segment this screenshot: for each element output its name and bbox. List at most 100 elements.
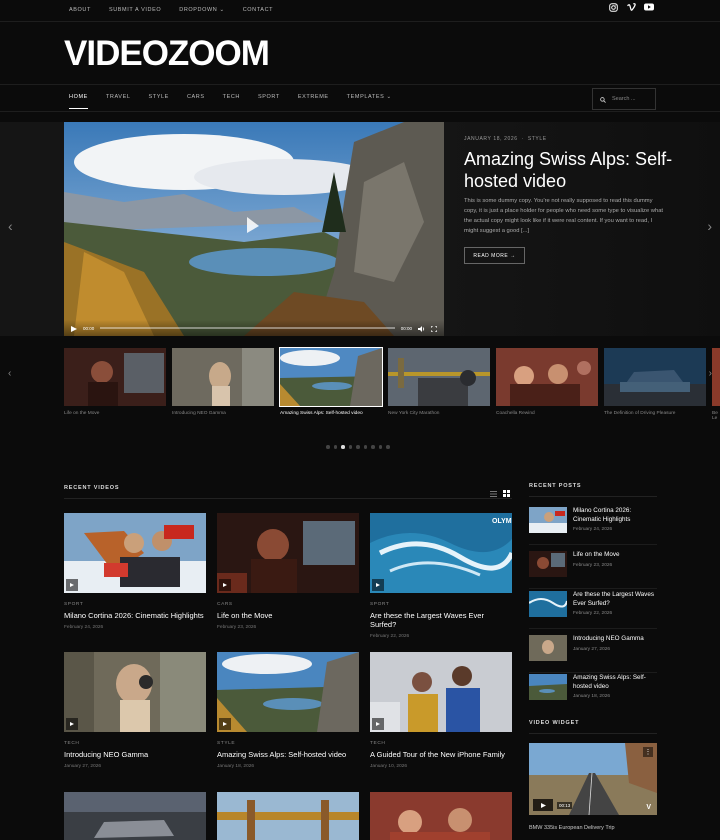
nav-tech[interactable]: TECH — [223, 94, 240, 109]
carousel-item[interactable]: The Definition of Driving Pleasure — [604, 348, 706, 416]
carousel-thumb — [604, 348, 706, 406]
top-link-contact[interactable]: CONTACT — [243, 7, 273, 13]
carousel-dot[interactable] — [386, 445, 390, 449]
video-card[interactable]: CARS Life on the Move February 23, 2026 — [217, 513, 359, 630]
carousel-dot[interactable] — [378, 445, 382, 449]
card-category[interactable]: CARS — [217, 602, 359, 607]
hero-category[interactable]: STYLE — [528, 136, 547, 142]
video-card[interactable] — [64, 792, 206, 840]
top-link-about[interactable]: ABOUT — [69, 7, 91, 13]
post-title[interactable]: Are these the Largest Waves Ever Surfed? — [573, 591, 657, 608]
vimeo-icon[interactable]: V — [646, 804, 651, 811]
nav-sport[interactable]: SPORT — [258, 94, 280, 109]
divider — [529, 496, 657, 497]
widget-video-player[interactable]: ⋮ 00:13 V — [529, 743, 657, 815]
video-card[interactable]: TECH Introducing NEO Gamma January 27, 2… — [64, 652, 206, 769]
top-link-dropdown[interactable]: DROPDOWN ⌄ — [179, 7, 224, 13]
recent-post-item[interactable]: Are these the Largest Waves Ever Surfed?… — [529, 591, 657, 629]
video-card[interactable]: SPORT Milano Cortina 2026: Cinematic Hig… — [64, 513, 206, 630]
card-category[interactable]: TECH — [64, 741, 206, 746]
play-icon[interactable] — [71, 319, 77, 336]
chevron-right-icon[interactable]: › — [709, 368, 712, 379]
nav-style[interactable]: STYLE — [149, 94, 169, 109]
carousel-dot[interactable] — [341, 445, 345, 449]
list-view-icon[interactable] — [490, 484, 497, 502]
carousel-item[interactable]: Life on the Move — [64, 348, 166, 416]
play-icon[interactable] — [66, 579, 78, 591]
nav-home[interactable]: HOME — [69, 94, 88, 109]
card-title[interactable]: Introducing NEO Gamma — [64, 750, 206, 759]
card-title[interactable]: Amazing Swiss Alps: Self-hosted video — [217, 750, 359, 759]
svg-text:OLYM: OLYM — [492, 518, 512, 525]
hero-video-player[interactable]: 00:00 00:00 — [64, 122, 444, 336]
vimeo-icon[interactable] — [626, 2, 636, 12]
card-title[interactable]: A Guided Tour of the New iPhone Family — [370, 750, 512, 759]
nav-travel[interactable]: TRAVEL — [106, 94, 131, 109]
hero-title[interactable]: Amazing Swiss Alps: Self-hosted video — [464, 148, 684, 192]
carousel-item[interactable]: Be Le — [712, 348, 720, 421]
card-category[interactable]: SPORT — [370, 602, 512, 607]
carousel-item[interactable]: New York City Marathon — [388, 348, 490, 416]
post-title[interactable]: Life on the Move — [573, 551, 657, 560]
video-card[interactable]: STYLE Amazing Swiss Alps: Self-hosted vi… — [217, 652, 359, 769]
carousel-dot[interactable] — [356, 445, 360, 449]
carousel-title: The Definition of Driving Pleasure — [604, 411, 676, 416]
play-icon[interactable] — [372, 718, 384, 730]
carousel-title: Life on the Move — [64, 411, 100, 416]
top-link-submit-video[interactable]: SUBMIT A VIDEO — [109, 7, 161, 13]
read-more-button[interactable]: READ MORE → — [464, 247, 525, 264]
volume-icon[interactable] — [418, 319, 425, 336]
recent-posts-heading: RECENT POSTS — [529, 483, 582, 489]
video-thumb — [370, 652, 512, 732]
carousel-item[interactable]: Introducing NEO Gamma — [172, 348, 274, 416]
play-icon[interactable] — [219, 718, 231, 730]
chevron-right-icon[interactable]: › — [707, 218, 712, 234]
recent-post-item[interactable]: Milano Cortina 2026: Cinematic Highlight… — [529, 507, 657, 545]
nav-cars[interactable]: CARS — [187, 94, 205, 109]
post-title[interactable]: Introducing NEO Gamma — [573, 635, 657, 644]
carousel-dot[interactable] — [333, 445, 337, 449]
site-logo[interactable]: VIDEOZOOM — [64, 34, 270, 74]
video-card[interactable] — [217, 792, 359, 840]
card-title[interactable]: Life on the Move — [217, 611, 359, 620]
carousel-item[interactable]: Coachella Rewind — [496, 348, 598, 416]
card-date: February 24, 2026 — [64, 625, 104, 630]
nav-templates[interactable]: TEMPLATES ⌄ — [347, 94, 392, 109]
widget-caption[interactable]: BMW 335is European Delivery Trip — [529, 825, 615, 831]
recent-post-item[interactable]: Life on the Move February 23, 2026 — [529, 551, 657, 589]
nav-extreme[interactable]: EXTREME — [298, 94, 329, 109]
card-title[interactable]: Milano Cortina 2026: Cinematic Highlight… — [64, 611, 206, 620]
play-icon[interactable] — [533, 799, 553, 811]
card-title[interactable]: Are these the Largest Waves Ever Surfed? — [370, 611, 512, 629]
video-card[interactable]: TECH A Guided Tour of the New iPhone Fam… — [370, 652, 512, 769]
chevron-left-icon[interactable]: ‹ — [8, 368, 11, 379]
progress-bar[interactable] — [100, 327, 395, 329]
card-category[interactable]: TECH — [370, 741, 512, 746]
carousel-title: Coachella Rewind — [496, 411, 535, 416]
carousel-dot[interactable] — [371, 445, 375, 449]
chevron-left-icon[interactable]: ‹ — [8, 218, 13, 234]
fullscreen-icon[interactable] — [430, 319, 438, 336]
card-category[interactable]: STYLE — [217, 741, 359, 746]
carousel-dot[interactable] — [326, 445, 330, 449]
video-card[interactable]: OLYM SPORT Are these the Largest Waves E… — [370, 513, 512, 639]
main-nav-items: HOME TRAVEL STYLE CARS TECH SPORT EXTREM… — [69, 94, 392, 109]
youtube-icon[interactable] — [644, 2, 654, 12]
grid-view-icon[interactable] — [503, 484, 510, 502]
more-options-icon[interactable]: ⋮ — [643, 747, 653, 757]
recent-post-item[interactable]: Introducing NEO Gamma January 27, 2026 — [529, 635, 657, 673]
card-category[interactable]: SPORT — [64, 602, 206, 607]
video-card[interactable] — [370, 792, 512, 840]
carousel-dot[interactable] — [348, 445, 352, 449]
carousel-title: New York City Marathon — [388, 411, 440, 416]
play-icon[interactable] — [219, 579, 231, 591]
post-title[interactable]: Milano Cortina 2026: Cinematic Highlight… — [573, 507, 657, 524]
post-title[interactable]: Amazing Swiss Alps: Self-hosted video — [573, 674, 657, 691]
search-input[interactable]: Search ... — [592, 88, 656, 110]
play-icon[interactable] — [66, 718, 78, 730]
instagram-icon[interactable] — [608, 2, 618, 12]
play-icon[interactable] — [372, 579, 384, 591]
carousel-dot[interactable] — [363, 445, 367, 449]
carousel-item[interactable]: Amazing Swiss Alps: Self-hosted video — [279, 347, 383, 416]
recent-post-item[interactable]: Amazing Swiss Alps: Self-hosted video Ja… — [529, 674, 657, 712]
